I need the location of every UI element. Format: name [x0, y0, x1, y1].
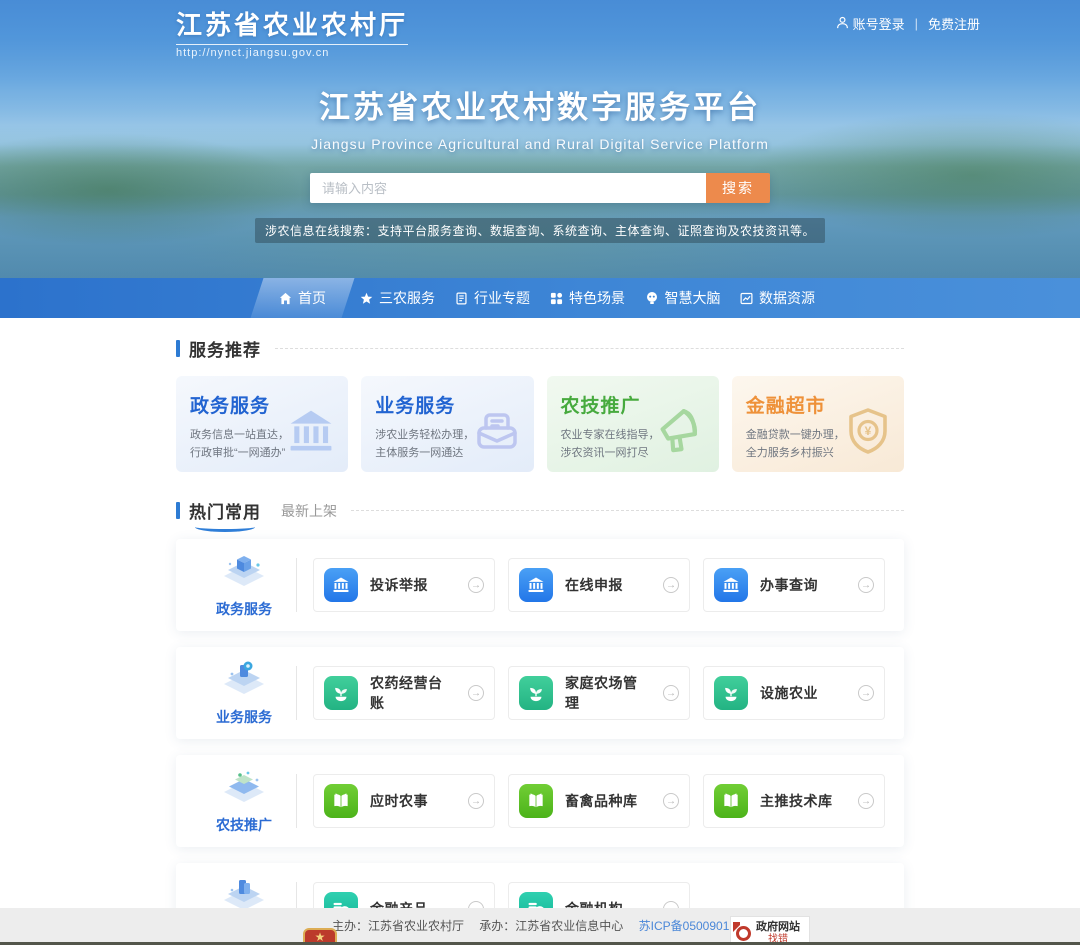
search-hint: 涉农信息在线搜索：支持平台服务查询、数据查询、系统查询、主体查询、证照查询及农技… — [255, 218, 825, 243]
nav-item-services[interactable]: 三农服务 — [350, 278, 445, 318]
group-header-business: 业务服务 — [192, 659, 296, 727]
search-button[interactable]: 搜索 — [706, 173, 770, 203]
footer-line1: 主办：江苏省农业农村厅 承办：江苏省农业信息中心 苏ICP备05009012号 — [0, 908, 1080, 934]
bank-icon — [519, 568, 553, 602]
vertical-divider — [296, 774, 297, 828]
arrow-icon: → — [858, 577, 874, 593]
arrow-icon: → — [663, 577, 679, 593]
site-logo[interactable]: 江苏省农业农村厅 http://nynct.jiangsu.gov.cn — [176, 5, 408, 59]
divider: | — [915, 16, 918, 31]
gov-badge-icon — [736, 926, 751, 941]
megaphone-icon — [653, 403, 709, 462]
arrow-icon: → — [858, 685, 874, 701]
section-marker — [176, 340, 180, 357]
tab-hot-common[interactable]: 热门常用 — [189, 498, 261, 523]
site-name: 江苏省农业农村厅 — [176, 5, 408, 42]
arrow-icon: → — [663, 793, 679, 809]
open-book-icon — [519, 784, 553, 818]
hot-section-header: 热门常用 最新上架 — [176, 498, 904, 523]
arrow-icon: → — [858, 793, 874, 809]
gov-site-error-badge[interactable]: 政府网站 找错 — [730, 916, 810, 945]
group-row-agritech: 农技推广 应时农事 → 畜禽品种库 → 主推技术库 → — [176, 755, 904, 847]
document-icon — [470, 405, 524, 462]
nav-item-data[interactable]: 数据资源 — [730, 278, 825, 318]
sprout-icon — [714, 676, 748, 710]
arrow-icon: → — [468, 685, 484, 701]
platform-title: 江苏省农业农村数字服务平台 — [0, 82, 1080, 127]
card-agritech-promotion[interactable]: 农技推广 农业专家在线指导，涉农资讯一网打尽 — [547, 376, 719, 472]
service-item-seasonal-farming[interactable]: 应时农事 → — [313, 774, 495, 828]
service-item-complaint[interactable]: 投诉举报 → — [313, 558, 495, 612]
section-marker — [176, 502, 180, 519]
industry-icon — [455, 292, 468, 305]
bank-icon — [284, 405, 338, 462]
arrow-icon: → — [663, 685, 679, 701]
group-row-government: 政务服务 投诉举报 → 在线申报 → 办事查询 → — [176, 539, 904, 631]
sprout-icon — [519, 676, 553, 710]
bank-icon — [324, 568, 358, 602]
login-link[interactable]: 账号登录 — [836, 14, 905, 33]
open-book-icon — [714, 784, 748, 818]
service-item-family-farm[interactable]: 家庭农场管理 → — [508, 666, 690, 720]
tab-newly-listed[interactable]: 最新上架 — [281, 501, 337, 521]
footer-host: 主办：江苏省农业农村厅 — [332, 919, 464, 933]
data-icon — [740, 292, 753, 305]
hero-banner: 江苏省农业农村厅 http://nynct.jiangsu.gov.cn 账号登… — [0, 0, 1080, 278]
home-icon — [279, 292, 292, 305]
recommend-section-header: 服务推荐 — [176, 336, 904, 361]
group-header-agritech: 农技推广 — [192, 767, 296, 835]
svg-text:¥: ¥ — [865, 424, 872, 438]
main-content: 服务推荐 政务服务 政务信息一站直达，行政审批“一网通办” 业务服务 涉农业务轻… — [176, 318, 904, 945]
service-item-facility-agriculture[interactable]: 设施农业 → — [703, 666, 885, 720]
brain-icon — [645, 291, 659, 305]
search-input[interactable] — [310, 173, 706, 203]
nav-item-scenes[interactable]: 特色场景 — [540, 278, 635, 318]
government-3d-icon — [219, 551, 269, 596]
grid-icon — [550, 292, 563, 305]
nav-item-home[interactable]: 首页 — [255, 278, 350, 318]
group-row-business: 业务服务 农药经营台账 → 家庭农场管理 → 设施农业 → — [176, 647, 904, 739]
service-item-main-technology-library[interactable]: 主推技术库 → — [703, 774, 885, 828]
vertical-divider — [296, 666, 297, 720]
page: 江苏省农业农村厅 http://nynct.jiangsu.gov.cn 账号登… — [0, 0, 1080, 945]
user-icon — [836, 16, 849, 32]
footer-organizer: 承办：江苏省农业信息中心 — [479, 919, 623, 933]
agritech-3d-icon — [219, 767, 269, 812]
service-item-pesticide-ledger[interactable]: 农药经营台账 → — [313, 666, 495, 720]
arrow-icon: → — [468, 793, 484, 809]
nav-item-brain[interactable]: 智慧大脑 — [635, 278, 730, 318]
service-item-livestock-breed-library[interactable]: 畜禽品种库 → — [508, 774, 690, 828]
top-bar: 江苏省农业农村厅 http://nynct.jiangsu.gov.cn 账号登… — [0, 0, 1080, 46]
card-finance-market[interactable]: 金融超市 金融贷款一键办理，全力服务乡村振兴 ¥ — [732, 376, 904, 472]
platform-subtitle: Jiangsu Province Agricultural and Rural … — [0, 136, 1080, 152]
sprout-icon — [324, 676, 358, 710]
main-nav: 首页 三农服务 行业专题 特色场景 智慧大脑 数据资源 — [0, 278, 1080, 318]
recommend-title: 服务推荐 — [189, 336, 261, 361]
arrow-icon: → — [468, 577, 484, 593]
card-business-services[interactable]: 业务服务 涉农业务轻松办理，主体服务一网通达 — [361, 376, 533, 472]
service-item-affair-inquiry[interactable]: 办事查询 → — [703, 558, 885, 612]
shield-yuan-icon: ¥ — [842, 405, 894, 462]
register-link[interactable]: 免费注册 — [928, 14, 980, 33]
group-header-government: 政务服务 — [192, 551, 296, 619]
card-government-services[interactable]: 政务服务 政务信息一站直达，行政审批“一网通办” — [176, 376, 348, 472]
service-item-online-declaration[interactable]: 在线申报 → — [508, 558, 690, 612]
bank-icon — [714, 568, 748, 602]
search-bar: 搜索 — [310, 173, 770, 203]
account-links: 账号登录 | 免费注册 — [836, 14, 980, 33]
vertical-divider — [296, 558, 297, 612]
footer: 主办：江苏省农业农村厅 承办：江苏省农业信息中心 苏ICP备05009012号 … — [0, 908, 1080, 945]
section-rule — [275, 348, 904, 349]
site-url: http://nynct.jiangsu.gov.cn — [176, 44, 408, 59]
section-rule — [351, 510, 904, 511]
business-3d-icon — [219, 659, 269, 704]
star-icon — [360, 292, 373, 305]
open-book-icon — [324, 784, 358, 818]
nav-item-industry[interactable]: 行业专题 — [445, 278, 540, 318]
recommend-cards: 政务服务 政务信息一站直达，行政审批“一网通办” 业务服务 涉农业务轻松办理，主… — [176, 376, 904, 472]
